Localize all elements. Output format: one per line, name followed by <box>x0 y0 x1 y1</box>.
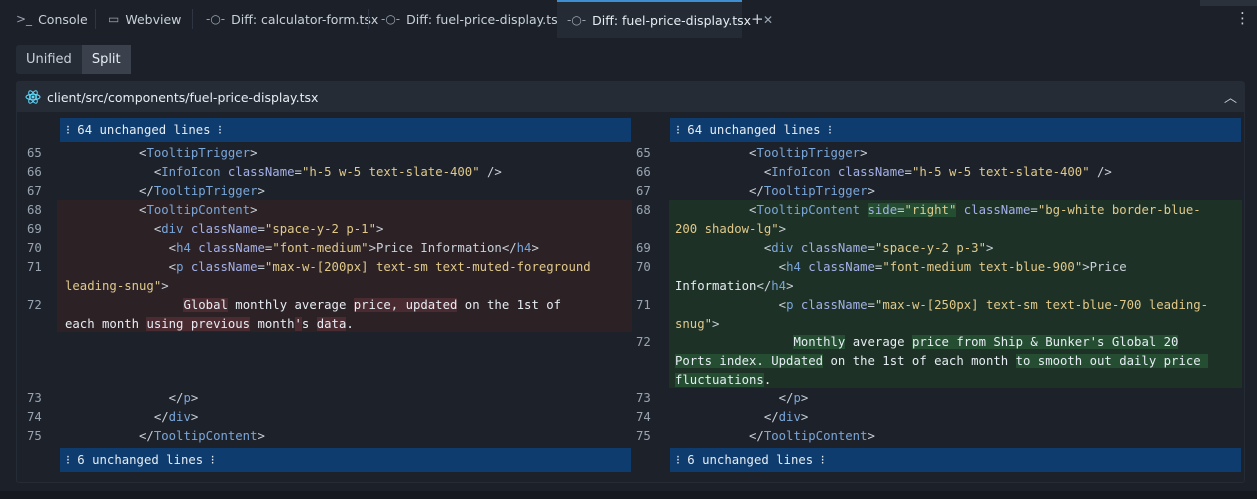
code-line: </TooltipTrigger> <box>65 184 265 198</box>
code-line: <TooltipTrigger> <box>675 146 868 160</box>
line-number: 66 <box>636 165 651 179</box>
more-options-icon[interactable]: ⋮ <box>1235 9 1250 27</box>
expand-unchanged-top-right[interactable]: ⁝ 64 unchanged lines ⁝ <box>670 118 1241 142</box>
code-line: </div> <box>65 410 199 424</box>
line-number: 66 <box>27 165 42 179</box>
code-line: snug"> <box>675 317 720 331</box>
bottom-bar <box>0 491 1257 499</box>
line-number: 72 <box>27 298 42 312</box>
close-icon[interactable]: ✕ <box>763 13 773 27</box>
split-button[interactable]: Split <box>81 45 131 74</box>
terminal-icon: >_ <box>16 12 33 26</box>
code-line: Global monthly average price, updated on… <box>183 298 562 312</box>
code-line: Ports index. Updated on the 1st of each … <box>675 354 1209 368</box>
code-line: <p className="max-w-[200px] text-sm text… <box>65 260 591 274</box>
tab-webview[interactable]: ▭ Webview <box>98 0 191 38</box>
line-number: 75 <box>27 429 42 443</box>
tab-label: Diff: fuel-price-display.tsx <box>406 11 566 27</box>
tab-divider <box>95 9 96 29</box>
line-number: 65 <box>636 146 651 160</box>
code-line: leading-snug"> <box>65 279 169 293</box>
tab-console[interactable]: >_ Console <box>6 0 98 38</box>
view-mode-toggle: Unified Split <box>16 45 131 74</box>
line-number: 74 <box>636 410 651 424</box>
line-number: 72 <box>636 335 651 349</box>
code-line: </p> <box>675 391 809 405</box>
code-line: </TooltipContent> <box>675 429 875 443</box>
code-line: <InfoIcon className="h-5 w-5 text-slate-… <box>65 165 502 179</box>
code-line: 200 shadow-lg"> <box>675 222 787 236</box>
code-line: <TooltipContent side="right" className="… <box>675 203 1201 217</box>
code-line: </div> <box>675 410 809 424</box>
window-strip <box>1200 0 1257 6</box>
diff-icon: -○- <box>206 12 226 26</box>
code-line: Monthly average price from Ship & Bunker… <box>793 335 1179 349</box>
line-number: 67 <box>636 184 651 198</box>
expand-unchanged-bottom-left[interactable]: ⁝ 6 unchanged lines ⁝ <box>60 448 631 472</box>
line-number: 73 <box>636 391 651 405</box>
tab-label: Diff: calculator-form.tsx <box>231 11 379 27</box>
code-line: Information</h4> <box>675 279 794 293</box>
code-line: each month using previous month's data. <box>65 317 354 331</box>
file-path: client/src/components/fuel-price-display… <box>47 90 319 105</box>
code-line: <h4 className="font-medium">Price Inform… <box>65 241 539 255</box>
line-number: 73 <box>27 391 42 405</box>
tab-label: Console <box>38 11 88 27</box>
code-line: </TooltipContent> <box>65 429 265 443</box>
expand-unchanged-bottom-right[interactable]: ⁝ 6 unchanged lines ⁝ <box>670 448 1241 472</box>
line-number: 70 <box>636 260 651 274</box>
tab-divider <box>368 9 369 29</box>
code-line: <div className="space-y-2 p-1"> <box>65 222 384 236</box>
code-line: <div className="space-y-2 p-3"> <box>675 241 994 255</box>
line-number: 68 <box>636 203 651 217</box>
expand-unchanged-top-left[interactable]: ⁝ 64 unchanged lines ⁝ <box>60 118 631 142</box>
code-line: <h4 className="font-medium text-blue-900… <box>675 260 1127 274</box>
code-line: </TooltipTrigger> <box>675 184 875 198</box>
tab-diff-fuel-price-display[interactable]: -○- Diff: fuel-price-display.tsx <box>371 0 575 38</box>
chevron-up-icon[interactable]: ︿ <box>1224 87 1237 106</box>
line-number: 71 <box>636 298 651 312</box>
diff-icon: -○- <box>567 13 587 27</box>
line-number: 65 <box>27 146 42 160</box>
monitor-icon: ▭ <box>108 12 120 26</box>
code-line: <TooltipTrigger> <box>65 146 258 160</box>
line-number: 75 <box>636 429 651 443</box>
code-line: </p> <box>65 391 199 405</box>
tab-diff-calculator-form[interactable]: -○- Diff: calculator-form.tsx <box>196 0 388 38</box>
react-icon <box>25 90 41 104</box>
tab-divider <box>192 9 193 29</box>
tab-label: Diff: fuel-price-display.tsx <box>592 12 752 28</box>
new-tab-icon[interactable]: + <box>751 10 764 28</box>
code-line: <TooltipContent> <box>65 203 258 217</box>
tab-diff-fuel-price-display-active[interactable]: -○- Diff: fuel-price-display.tsx ✕ <box>557 0 773 38</box>
tab-label: Webview <box>125 11 182 27</box>
code-line: <InfoIcon className="h-5 w-5 text-slate-… <box>675 165 1112 179</box>
code-line: fluctuations. <box>675 373 772 387</box>
line-number: 68 <box>27 203 42 217</box>
diff-icon: -○- <box>381 12 401 26</box>
line-number: 74 <box>27 410 42 424</box>
file-header[interactable]: client/src/components/fuel-price-display… <box>17 82 1244 112</box>
code-line: <p className="max-w-[250px] text-sm text… <box>675 298 1209 312</box>
unified-button[interactable]: Unified <box>16 45 82 74</box>
line-number: 69 <box>636 241 651 255</box>
line-number: 70 <box>27 241 42 255</box>
line-number: 69 <box>27 222 42 236</box>
line-number: 67 <box>27 184 42 198</box>
line-number: 71 <box>27 260 42 274</box>
tab-bar: >_ Console ▭ Webview -○- Diff: calculato… <box>0 0 1257 38</box>
